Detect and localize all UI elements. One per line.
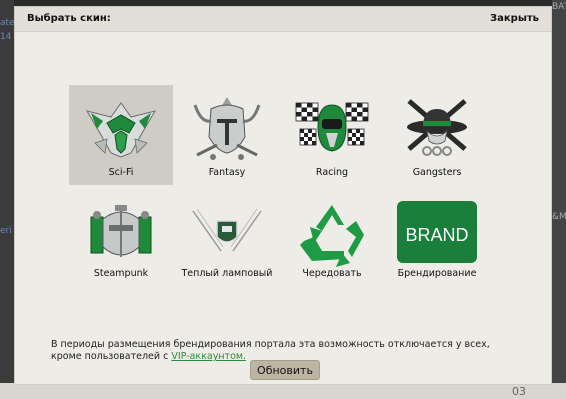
skin-label: Steampunk [93,268,149,279]
skin-option-gangsters[interactable]: Gangsters [385,85,489,185]
warm-lamp-emblem-icon [192,208,262,252]
scifi-helmet-icon [85,102,157,158]
fantasy-helmet-icon [193,97,261,160]
close-link[interactable]: Закрыть [490,13,539,24]
background-page-left: ate 14 eri [0,0,14,399]
notice-text: В периоды размещения брендирования порта… [51,339,490,362]
background-text: eri [0,226,12,236]
skin-label: Теплый ламповый [181,268,273,279]
refresh-button[interactable]: Обновить [250,360,320,380]
vip-account-link[interactable]: VIP-аккаунтом. [171,351,246,362]
background-number: 03 [512,385,526,398]
skin-grid: Sci-Fi Fantasy Racing Gangsters Steampun… [69,85,489,295]
brand-icon-text: BRAND [405,225,468,245]
skin-label: Racing [315,167,349,178]
recycle-icon [300,205,364,267]
skin-option-racing[interactable]: Racing [280,85,384,185]
racing-helmet-flags-icon [295,102,369,152]
background-text: ate [0,18,14,28]
skin-selector-dialog: Выбрать скин: Закрыть Sci-Fi Fantasy Rac… [14,6,552,385]
skin-option-steampunk[interactable]: Steampunk [69,193,173,293]
skin-option-warm-lamp[interactable]: Теплый ламповый [175,193,279,293]
background-page-bottom: 03 [0,383,566,399]
skin-label: Брендирование [397,268,477,279]
skin-option-scifi[interactable]: Sci-Fi [69,85,173,185]
background-text: 14 [0,32,12,42]
skin-label: Чередовать [302,268,362,279]
dialog-header: Выбрать скин: Закрыть [15,7,551,32]
brand-icon: BRAND [397,201,477,263]
skin-label: Gangsters [412,167,462,178]
background-text: BATT [552,2,566,12]
background-text: &M [552,212,566,222]
skin-option-fantasy[interactable]: Fantasy [175,85,279,185]
skin-option-alternate[interactable]: Чередовать [280,193,384,293]
dialog-title: Выбрать скин: [27,13,111,24]
skin-option-branding[interactable]: BRAND Брендирование [385,193,489,293]
background-page-right: BATT &M [552,0,566,399]
gangster-hat-guns-icon [407,99,467,156]
skin-label: Sci-Fi [108,167,134,178]
skin-label: Fantasy [208,167,246,178]
steampunk-helmet-icon [90,205,152,257]
